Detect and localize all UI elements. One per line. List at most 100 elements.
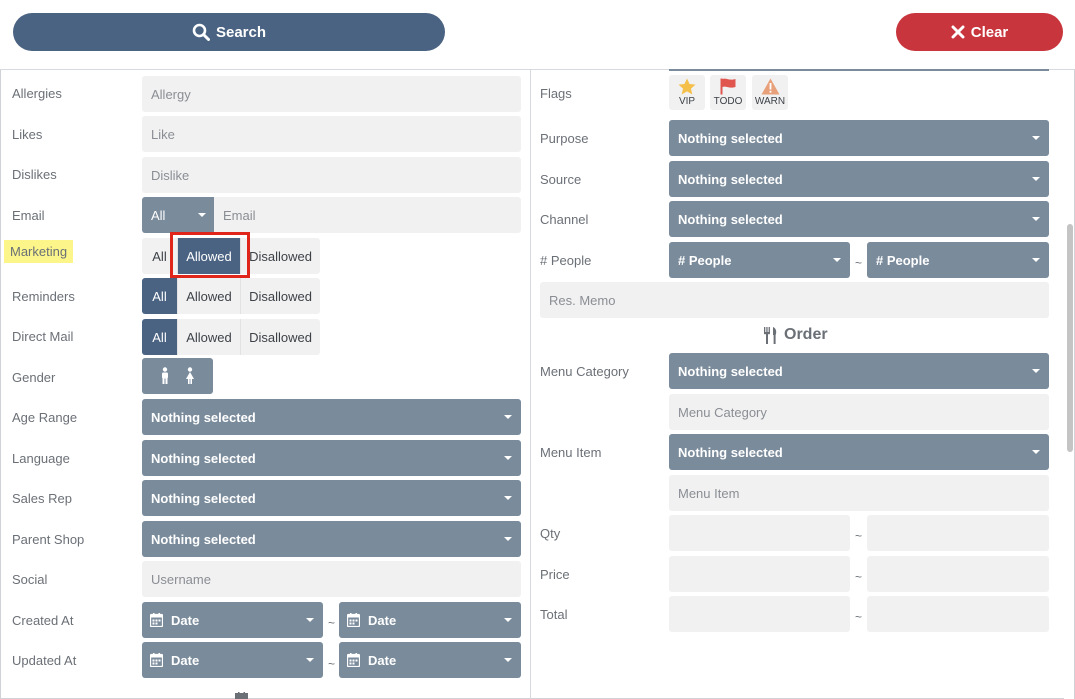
channel-select[interactable]: Nothing selected [669,201,1049,237]
reminders-option-all[interactable]: All [142,278,178,314]
chevron-down-icon [306,658,314,662]
menu-item-value: Nothing selected [678,444,783,460]
flag-warn[interactable]: WARN [752,75,788,110]
people-label: # People [540,253,592,268]
likes-input[interactable]: Like [142,116,521,152]
people-from-value: # People [678,252,732,268]
direct-mail-option-allowed[interactable]: Allowed [178,319,241,355]
updated-at-to[interactable]: Date [339,642,521,678]
reminders-option-allowed[interactable]: Allowed [178,278,241,314]
warning-icon [761,78,779,95]
language-label: Language [12,451,70,466]
age-range-select[interactable]: Nothing selected [142,399,521,435]
updated-at-label: Updated At [12,653,77,668]
chevron-down-icon [1032,177,1040,181]
range-separator: ~ [328,616,336,630]
dislikes-input[interactable]: Dislike [142,157,521,193]
male-icon[interactable] [159,367,171,385]
flag-todo[interactable]: TODO [710,75,746,110]
clear-button[interactable]: Clear [896,13,1063,51]
purpose-select[interactable]: Nothing selected [669,120,1049,156]
range-separator: ~ [855,529,863,543]
marketing-label: Marketing [4,240,74,263]
social-input[interactable]: Username [142,561,521,597]
age-range-value: Nothing selected [151,409,256,425]
direct-mail-option-all[interactable]: All [142,319,178,355]
reminders-toggle: All Allowed Disallowed [142,278,320,314]
source-select[interactable]: Nothing selected [669,161,1049,197]
calendar-icon [150,653,163,667]
reminders-label: Reminders [12,289,75,304]
created-at-to-value: Date [368,612,397,628]
gender-toggle [142,358,213,394]
female-icon[interactable] [184,367,196,385]
qty-to-input[interactable] [867,515,1049,551]
calendar-icon [235,692,248,699]
language-select[interactable]: Nothing selected [142,440,521,476]
source-label: Source [540,172,582,187]
total-label: Total [540,607,568,622]
range-separator: ~ [855,610,863,624]
chevron-down-icon [306,618,314,622]
res-memo-input[interactable]: Res. Memo [540,282,1049,318]
sales-rep-select[interactable]: Nothing selected [142,480,521,516]
email-filter-dropdown[interactable]: All [142,197,214,233]
chevron-down-icon [1032,217,1040,221]
price-label: Price [540,567,570,582]
updated-at-to-value: Date [368,652,397,668]
people-from-select[interactable]: # People [669,242,850,278]
flag-vip-label: VIP [678,96,696,107]
reminders-option-disallowed[interactable]: Disallowed [241,278,320,314]
dislikes-label: Dislikes [12,167,57,182]
channel-value: Nothing selected [678,211,783,227]
updated-at-from[interactable]: Date [142,642,323,678]
chevron-down-icon [504,496,512,500]
social-label: Social [12,572,48,587]
scrollbar-thumb[interactable] [1067,224,1073,452]
total-to-input[interactable] [867,596,1049,632]
allergies-input[interactable]: Allergy [142,76,521,112]
menu-item-label: Menu Item [540,445,602,460]
flags-label: Flags [540,86,572,101]
parent-shop-value: Nothing selected [151,531,256,547]
purpose-value: Nothing selected [678,130,783,146]
parent-shop-select[interactable]: Nothing selected [142,521,521,557]
range-separator: ~ [328,657,336,671]
chevron-down-icon [504,456,512,460]
direct-mail-toggle: All Allowed Disallowed [142,319,320,355]
direct-mail-option-disallowed[interactable]: Disallowed [241,319,320,355]
created-at-label: Created At [12,613,74,628]
range-separator: ~ [855,570,863,584]
chevron-down-icon [504,618,512,622]
menu-category-input[interactable]: Menu Category [669,394,1049,430]
flag-vip[interactable]: VIP [669,75,705,110]
email-input[interactable]: Email [214,197,521,233]
people-to-select[interactable]: # People [867,242,1049,278]
menu-item-select[interactable]: Nothing selected [669,434,1049,470]
chevron-down-icon [504,658,512,662]
total-from-input[interactable] [669,596,850,632]
channel-label: Channel [540,212,589,227]
qty-from-input[interactable] [669,515,850,551]
utensils-icon [764,326,777,344]
range-separator: ~ [855,256,863,270]
menu-category-select[interactable]: Nothing selected [669,353,1049,389]
price-to-input[interactable] [867,556,1049,592]
search-button-label: Search [215,23,267,41]
star-icon [678,78,696,95]
chevron-down-icon [504,415,512,419]
price-from-input[interactable] [669,556,850,592]
likes-label: Likes [12,127,43,142]
close-icon [951,25,965,39]
sales-rep-label: Sales Rep [12,491,72,506]
menu-item-input[interactable]: Menu Item [669,475,1049,511]
menu-category-label: Menu Category [540,364,629,379]
created-at-from[interactable]: Date [142,602,323,638]
chevron-down-icon [1032,369,1040,373]
calendar-icon [347,653,360,667]
marketing-option-disallowed[interactable]: Disallowed [241,238,320,274]
column-divider [530,70,531,699]
created-at-to[interactable]: Date [339,602,521,638]
search-button[interactable]: Search [13,13,445,51]
calendar-icon [347,613,360,627]
